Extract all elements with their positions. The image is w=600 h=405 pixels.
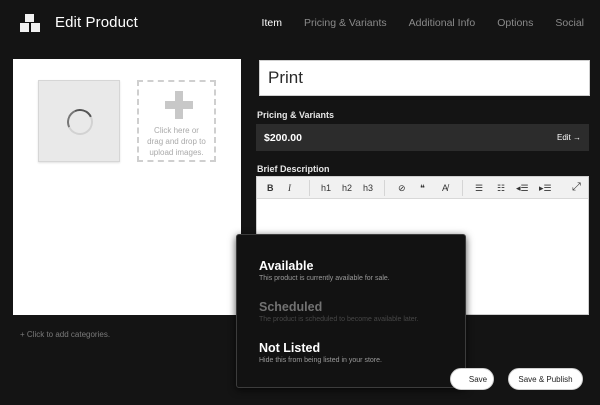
numbered-list-icon[interactable]: ☷: [497, 182, 505, 194]
price-value: $200.00: [264, 132, 302, 144]
upload-dropzone[interactable]: Click here or drag and drop to upload im…: [137, 80, 216, 162]
status-menu: Available This product is currently avai…: [236, 234, 466, 388]
h3-button[interactable]: h3: [363, 182, 373, 194]
clear-format-icon[interactable]: A̸: [442, 182, 448, 194]
h2-button[interactable]: h2: [342, 182, 352, 194]
add-categories-link[interactable]: + Click to add categories.: [20, 330, 110, 339]
app-header: Edit Product Item Pricing & Variants Add…: [0, 0, 600, 46]
outdent-icon[interactable]: ◂☰: [516, 182, 529, 194]
upload-hint: Click here or drag and drop to upload im…: [147, 126, 206, 157]
tab-options[interactable]: Options: [497, 17, 533, 29]
bullet-list-icon[interactable]: ☰: [475, 182, 483, 194]
edit-pricing-link[interactable]: Edit →: [557, 133, 581, 142]
page-title: Edit Product: [55, 14, 138, 31]
save-and-publish-button[interactable]: Save & Publish: [508, 368, 583, 390]
indent-icon[interactable]: ▸☰: [539, 182, 552, 194]
pricing-bar[interactable]: $200.00 Edit →: [256, 124, 589, 151]
tab-item[interactable]: Item: [262, 17, 282, 29]
editor-toolbar: B I h1 h2 h3 ⊘ ❝ A̸ ☰ ☷ ◂☰ ▸☰ ⤢: [257, 177, 588, 199]
image-thumbnail[interactable]: [38, 80, 120, 162]
status-option-not-listed[interactable]: Not Listed Hide this from being listed i…: [259, 341, 382, 364]
tab-additional-info[interactable]: Additional Info: [409, 17, 476, 29]
loading-spinner-icon: [63, 105, 97, 139]
h1-button[interactable]: h1: [321, 182, 331, 194]
tab-pricing-variants[interactable]: Pricing & Variants: [304, 17, 387, 29]
link-icon[interactable]: ⊘: [398, 182, 406, 194]
section-nav: Item Pricing & Variants Additional Info …: [240, 17, 584, 29]
image-panel: Click here or drag and drop to upload im…: [13, 59, 241, 315]
pricing-label: Pricing & Variants: [257, 110, 335, 120]
description-label: Brief Description: [257, 164, 330, 174]
quote-icon[interactable]: ❝: [420, 182, 425, 194]
product-name-input[interactable]: [259, 60, 590, 96]
store-logo-icon: [19, 13, 41, 33]
status-option-scheduled: Scheduled The product is scheduled to be…: [259, 300, 419, 323]
italic-button[interactable]: I: [288, 182, 291, 194]
bold-button[interactable]: B: [267, 182, 274, 194]
status-option-available[interactable]: Available This product is currently avai…: [259, 259, 390, 282]
tab-social[interactable]: Social: [555, 17, 584, 29]
fullscreen-icon[interactable]: ⤢: [572, 181, 581, 193]
save-button[interactable]: Save: [450, 368, 494, 390]
